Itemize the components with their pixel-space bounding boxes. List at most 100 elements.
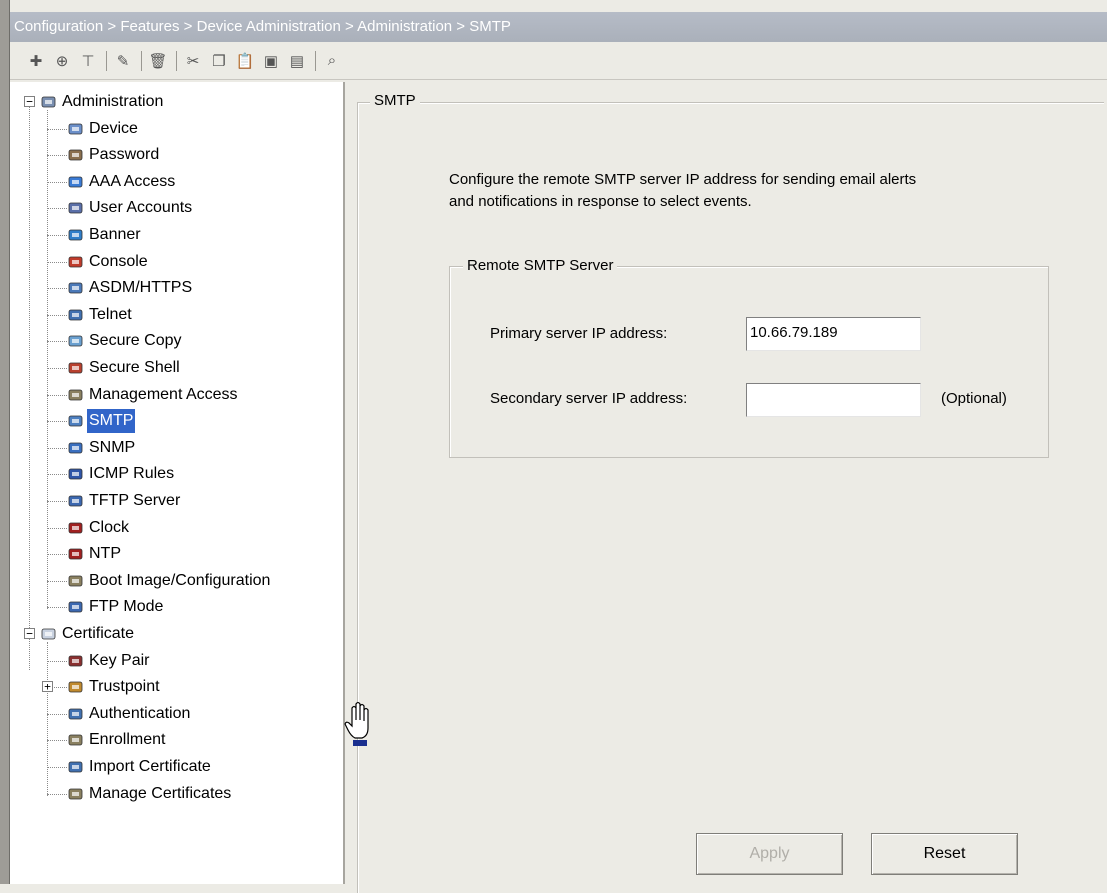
tree-connector-line [47,447,67,449]
toolbar-separator [315,50,316,71]
primary-server-ip-input[interactable]: 10.66.79.189 [746,317,921,351]
trustpoint-expander[interactable]: + [42,681,53,693]
administration-icon [40,94,58,110]
add-icon[interactable]: ✚ [24,49,48,73]
tree-item-label: Password [89,146,160,164]
ntp-icon [67,546,85,562]
tree-item-label: Secure Copy [89,332,182,350]
tree-item-administration[interactable]: Administration [40,90,165,114]
tree-item-banner[interactable]: Banner [67,223,143,247]
tree-item-icmp-rules[interactable]: ICMP Rules [67,462,176,486]
hand-cursor-icon [343,700,373,750]
paste-after-icon[interactable]: ▣ [259,49,283,73]
tree-item-telnet[interactable]: Telnet [67,303,134,327]
copy-icon[interactable]: ❐ [207,49,231,73]
tree-item-snmp[interactable]: SNMP [67,436,137,460]
edit-icon[interactable]: ✎ [111,49,135,73]
panel-title: SMTP [370,92,420,109]
paste-icon[interactable]: 📋 [233,49,257,73]
tree-item-manage-certificates[interactable]: Manage Certificates [67,782,233,806]
tree-item-secure-shell[interactable]: Secure Shell [67,356,182,380]
smtp-groupbox [357,102,1104,893]
telnet-icon [67,307,85,323]
tree-item-label: Clock [89,518,130,536]
insert-before-icon[interactable]: ⊤ [76,49,100,73]
toolbar: ✚ ⊕ ⊤ ✎ 🗑 ✂ ❐ 📋 ▣ ▤ ⌕ [10,42,1107,80]
tree-item-tftp-server[interactable]: TFTP Server [67,489,182,513]
apply-button[interactable]: Apply [696,833,843,875]
smtp-icon [67,413,85,429]
tree-connector-line [47,660,67,662]
tree-item-label: Boot Image/Configuration [89,571,271,589]
tree-item-label: SNMP [89,438,136,456]
cut-icon[interactable]: ✂ [181,49,205,73]
toolbar-separator [141,50,142,71]
tree-item-label: Enrollment [89,731,166,749]
secure-shell-icon [67,360,85,376]
tree-item-console[interactable]: Console [67,250,150,274]
clock-icon [67,520,85,536]
insert-after-icon[interactable]: ⊕ [50,49,74,73]
tree-connector-line [47,261,67,263]
tree-connector-line [47,314,67,316]
tree-item-smtp[interactable]: SMTP [67,409,136,434]
tree-item-label: Key Pair [89,651,150,669]
tree-item-label: FTP Mode [89,598,164,616]
user-accounts-icon [67,200,85,216]
description-line-2: and notifications in response to select … [449,193,752,210]
primary-server-label: Primary server IP address: [490,325,668,342]
trustpoint-icon [67,679,85,695]
tree-connector-line [47,394,67,396]
tree-connector-line [47,554,67,556]
tree-item-authentication[interactable]: Authentication [67,702,192,726]
tree-connector-line [47,235,67,236]
tree-connector-line [47,580,67,582]
optional-note: (Optional) [941,390,1007,407]
tree-item-asdm-https[interactable]: ASDM/HTTPS [67,276,194,300]
tree-item-label: Trustpoint [89,678,160,696]
ftp-mode-icon [67,599,85,615]
window-left-edge [0,0,10,884]
tree-item-label: Device [89,119,138,137]
tree-item-import-certificate[interactable]: Import Certificate [67,755,213,779]
tree-item-label: Import Certificate [89,758,211,775]
tree-item-user-accounts[interactable]: User Accounts [67,196,194,220]
find-icon[interactable]: ⌕ [320,49,344,73]
tree-connector-line [47,208,67,210]
tree-item-trustpoint[interactable]: Trustpoint [67,675,162,699]
tree-connector-line [47,110,48,610]
aaa-access-icon [67,174,85,190]
tree-item-enrollment[interactable]: Enrollment [67,728,167,752]
tree-item-key-pair[interactable]: Key Pair [67,649,151,673]
navigation-tree: − Administration Device Password AAA Access U… [10,82,345,884]
certificate-expander[interactable]: − [24,628,35,639]
tree-item-label: ICMP Rules [89,465,175,483]
tree-connector-line [47,607,67,609]
tree-item-label: Authentication [89,704,191,722]
tree-item-ntp[interactable]: NTP [67,542,123,566]
delete-icon[interactable]: 🗑 [146,49,170,73]
tree-item-certificate[interactable]: Certificate [40,622,136,646]
asdm-https-icon [67,280,85,296]
tree-connector-line [47,155,67,157]
tree-item-password[interactable]: Password [67,143,161,167]
tree-item-secure-copy[interactable]: Secure Copy [67,329,184,353]
tree-connector-line [47,793,67,795]
key-pair-icon [67,653,85,669]
tree-item-label: Secure Shell [89,359,180,376]
tree-item-label: TFTP Server [89,492,181,509]
tree-item-management-access[interactable]: Management Access [67,383,240,407]
secondary-server-ip-input[interactable] [746,383,921,417]
tree-item-boot-image-configuration[interactable]: Boot Image/Configuration [67,569,272,593]
administration-expander[interactable]: − [24,96,35,107]
tree-item-label: Administration [62,93,164,110]
tree-item-aaa-access[interactable]: AAA Access [67,170,177,194]
tree-connector-line [47,341,67,343]
paste-before-icon[interactable]: ▤ [285,49,309,73]
tree-item-ftp-mode[interactable]: FTP Mode [67,595,165,619]
tree-item-clock[interactable]: Clock [67,516,131,540]
toolbar-separator [176,50,177,71]
tree-item-device[interactable]: Device [67,117,140,141]
secure-copy-icon [67,333,85,349]
reset-button[interactable]: Reset [871,833,1018,875]
